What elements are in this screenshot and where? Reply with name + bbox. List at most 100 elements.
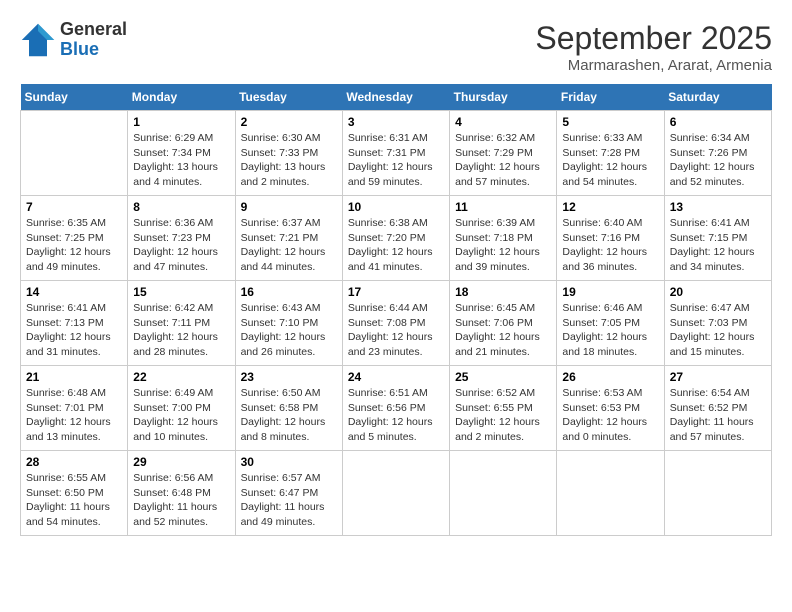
calendar-day-cell: 10 Sunrise: 6:38 AMSunset: 7:20 PMDayligh…	[342, 196, 449, 281]
day-number: 2	[241, 115, 337, 129]
calendar-day-cell: 17 Sunrise: 6:44 AMSunset: 7:08 PMDayligh…	[342, 281, 449, 366]
day-info: Sunrise: 6:44 AMSunset: 7:08 PMDaylight:…	[348, 301, 444, 360]
day-number: 20	[670, 285, 766, 299]
weekday-header: Tuesday	[235, 84, 342, 111]
calendar-day-cell: 9Sunrise: 6:37 AMSunset: 7:21 PMDaylight…	[235, 196, 342, 281]
logo-text: General Blue	[60, 20, 127, 60]
day-number: 4	[455, 115, 551, 129]
calendar-day-cell: 15 Sunrise: 6:42 AMSunset: 7:11 PMDayligh…	[128, 281, 235, 366]
page-header: General Blue September 2025 Marmarashen,…	[20, 20, 772, 74]
day-number: 10	[348, 200, 444, 214]
day-number: 19	[562, 285, 658, 299]
calendar-day-cell	[21, 111, 128, 196]
calendar-day-cell	[450, 451, 557, 536]
day-number: 22	[133, 370, 229, 384]
calendar-day-cell: 11 Sunrise: 6:39 AMSunset: 7:18 PMDayligh…	[450, 196, 557, 281]
calendar-day-cell: 6Sunrise: 6:34 AMSunset: 7:26 PMDaylight…	[664, 111, 771, 196]
calendar-day-cell: 26 Sunrise: 6:53 AMSunset: 6:53 PMDayligh…	[557, 366, 664, 451]
calendar-week-row: 1 Sunrise: 6:29 AMSunset: 7:34 PMDaylight…	[21, 111, 772, 196]
day-number: 5	[562, 115, 658, 129]
calendar-day-cell: 27 Sunrise: 6:54 AMSunset: 6:52 PMDayligh…	[664, 366, 771, 451]
day-info: Sunrise: 6:41 AMSunset: 7:13 PMDaylight:…	[26, 301, 122, 360]
calendar-day-cell: 29Sunrise: 6:56 AMSunset: 6:48 PMDayligh…	[128, 451, 235, 536]
day-info: Sunrise: 6:46 AMSunset: 7:05 PMDaylight:…	[562, 301, 658, 360]
day-number: 12	[562, 200, 658, 214]
day-number: 8	[133, 200, 229, 214]
day-number: 7	[26, 200, 122, 214]
calendar-day-cell: 5 Sunrise: 6:33 AMSunset: 7:28 PMDaylight…	[557, 111, 664, 196]
day-info: Sunrise: 6:30 AMSunset: 7:33 PMDaylight:…	[241, 131, 337, 190]
calendar-header-row: SundayMondayTuesdayWednesdayThursdayFrid…	[21, 84, 772, 111]
calendar-day-cell: 22 Sunrise: 6:49 AMSunset: 7:00 PMDayligh…	[128, 366, 235, 451]
calendar-day-cell: 18Sunrise: 6:45 AMSunset: 7:06 PMDayligh…	[450, 281, 557, 366]
day-number: 26	[562, 370, 658, 384]
day-info: Sunrise: 6:57 AMSunset: 6:47 PMDaylight:…	[241, 471, 337, 530]
weekday-header: Monday	[128, 84, 235, 111]
day-info: Sunrise: 6:39 AMSunset: 7:18 PMDaylight:…	[455, 216, 551, 275]
calendar-day-cell: 12 Sunrise: 6:40 AMSunset: 7:16 PMDayligh…	[557, 196, 664, 281]
weekday-header: Saturday	[664, 84, 771, 111]
day-info: Sunrise: 6:32 AMSunset: 7:29 PMDaylight:…	[455, 131, 551, 190]
day-number: 28	[26, 455, 122, 469]
weekday-header: Friday	[557, 84, 664, 111]
day-info: Sunrise: 6:35 AMSunset: 7:25 PMDaylight:…	[26, 216, 122, 275]
day-info: Sunrise: 6:53 AMSunset: 6:53 PMDaylight:…	[562, 386, 658, 445]
day-number: 1	[133, 115, 229, 129]
calendar-table: SundayMondayTuesdayWednesdayThursdayFrid…	[20, 84, 772, 536]
day-number: 16	[241, 285, 337, 299]
day-number: 25	[455, 370, 551, 384]
calendar-day-cell: 8 Sunrise: 6:36 AMSunset: 7:23 PMDaylight…	[128, 196, 235, 281]
day-info: Sunrise: 6:48 AMSunset: 7:01 PMDaylight:…	[26, 386, 122, 445]
day-info: Sunrise: 6:42 AMSunset: 7:11 PMDaylight:…	[133, 301, 229, 360]
calendar-day-cell: 3Sunrise: 6:31 AMSunset: 7:31 PMDaylight…	[342, 111, 449, 196]
day-info: Sunrise: 6:50 AMSunset: 6:58 PMDaylight:…	[241, 386, 337, 445]
calendar-day-cell: 14 Sunrise: 6:41 AMSunset: 7:13 PMDayligh…	[21, 281, 128, 366]
day-number: 21	[26, 370, 122, 384]
day-number: 11	[455, 200, 551, 214]
calendar-day-cell	[557, 451, 664, 536]
calendar-day-cell: 25 Sunrise: 6:52 AMSunset: 6:55 PMDayligh…	[450, 366, 557, 451]
day-info: Sunrise: 6:54 AMSunset: 6:52 PMDaylight:…	[670, 386, 766, 445]
day-info: Sunrise: 6:56 AMSunset: 6:48 PMDaylight:…	[133, 471, 229, 530]
calendar-body: 1 Sunrise: 6:29 AMSunset: 7:34 PMDaylight…	[21, 111, 772, 536]
calendar-week-row: 7 Sunrise: 6:35 AMSunset: 7:25 PMDaylight…	[21, 196, 772, 281]
day-number: 24	[348, 370, 444, 384]
day-number: 15	[133, 285, 229, 299]
day-info: Sunrise: 6:37 AMSunset: 7:21 PMDaylight:…	[241, 216, 337, 275]
day-number: 3	[348, 115, 444, 129]
calendar-day-cell: 2 Sunrise: 6:30 AMSunset: 7:33 PMDaylight…	[235, 111, 342, 196]
day-info: Sunrise: 6:55 AMSunset: 6:50 PMDaylight:…	[26, 471, 122, 530]
calendar-week-row: 28 Sunrise: 6:55 AMSunset: 6:50 PMDayligh…	[21, 451, 772, 536]
calendar-day-cell: 28 Sunrise: 6:55 AMSunset: 6:50 PMDayligh…	[21, 451, 128, 536]
day-info: Sunrise: 6:33 AMSunset: 7:28 PMDaylight:…	[562, 131, 658, 190]
day-info: Sunrise: 6:43 AMSunset: 7:10 PMDaylight:…	[241, 301, 337, 360]
day-info: Sunrise: 6:38 AMSunset: 7:20 PMDaylight:…	[348, 216, 444, 275]
day-number: 23	[241, 370, 337, 384]
location-subtitle: Marmarashen, Ararat, Armenia	[535, 57, 772, 74]
day-number: 14	[26, 285, 122, 299]
calendar-week-row: 14 Sunrise: 6:41 AMSunset: 7:13 PMDayligh…	[21, 281, 772, 366]
month-title: September 2025	[535, 20, 772, 57]
day-info: Sunrise: 6:47 AMSunset: 7:03 PMDaylight:…	[670, 301, 766, 360]
day-number: 30	[241, 455, 337, 469]
calendar-day-cell	[664, 451, 771, 536]
calendar-day-cell: 19 Sunrise: 6:46 AMSunset: 7:05 PMDayligh…	[557, 281, 664, 366]
day-number: 18	[455, 285, 551, 299]
title-block: September 2025 Marmarashen, Ararat, Arme…	[535, 20, 772, 74]
day-number: 13	[670, 200, 766, 214]
logo-icon	[20, 22, 56, 58]
logo: General Blue	[20, 20, 127, 60]
day-info: Sunrise: 6:52 AMSunset: 6:55 PMDaylight:…	[455, 386, 551, 445]
day-info: Sunrise: 6:29 AMSunset: 7:34 PMDaylight:…	[133, 131, 229, 190]
day-info: Sunrise: 6:40 AMSunset: 7:16 PMDaylight:…	[562, 216, 658, 275]
day-number: 27	[670, 370, 766, 384]
day-info: Sunrise: 6:36 AMSunset: 7:23 PMDaylight:…	[133, 216, 229, 275]
calendar-day-cell: 1 Sunrise: 6:29 AMSunset: 7:34 PMDaylight…	[128, 111, 235, 196]
day-info: Sunrise: 6:49 AMSunset: 7:00 PMDaylight:…	[133, 386, 229, 445]
calendar-week-row: 21 Sunrise: 6:48 AMSunset: 7:01 PMDayligh…	[21, 366, 772, 451]
day-number: 17	[348, 285, 444, 299]
calendar-day-cell: 4 Sunrise: 6:32 AMSunset: 7:29 PMDaylight…	[450, 111, 557, 196]
day-info: Sunrise: 6:41 AMSunset: 7:15 PMDaylight:…	[670, 216, 766, 275]
calendar-day-cell	[342, 451, 449, 536]
weekday-header: Thursday	[450, 84, 557, 111]
